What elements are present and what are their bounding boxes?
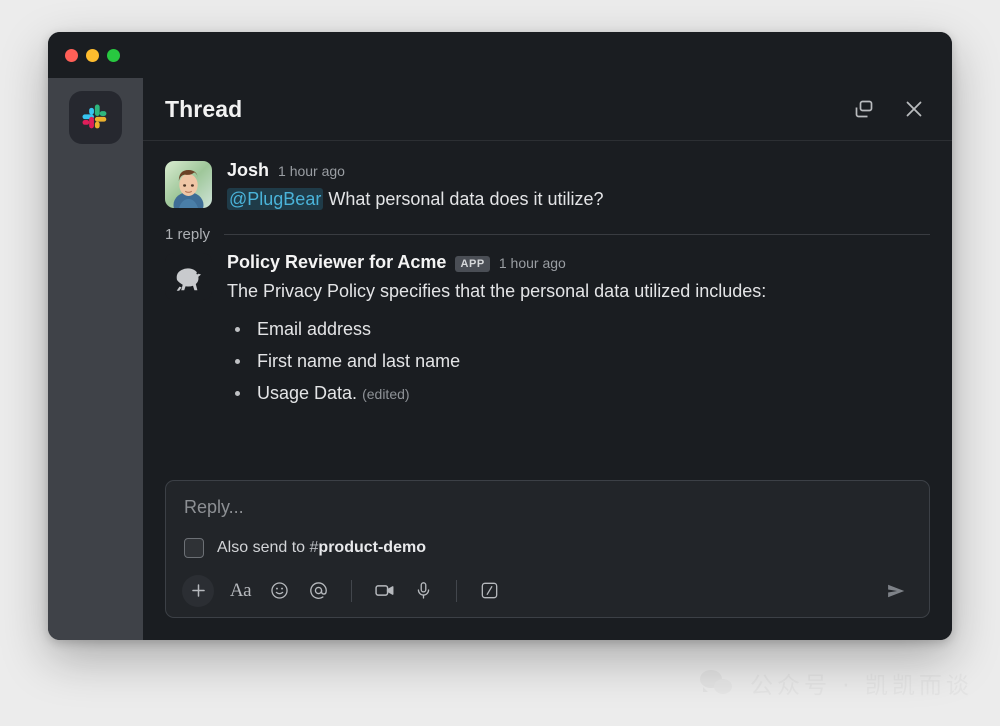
header-actions (852, 97, 926, 121)
mention-plugbear[interactable]: @PlugBear (227, 187, 324, 210)
plus-icon[interactable] (182, 574, 214, 607)
reply-input[interactable]: Reply... (182, 494, 913, 538)
message-text-body: What personal data does it utilize? (328, 188, 604, 209)
workspace-sidebar (48, 78, 143, 640)
text-formatting-icon[interactable]: Aa (223, 573, 258, 608)
toolbar-divider (456, 579, 457, 602)
window-minimize-button[interactable] (86, 48, 99, 62)
user-avatar-josh[interactable] (165, 161, 212, 208)
bullet-text: First name and last name (257, 350, 461, 371)
wechat-watermark: 公众号 · 凯凯而谈 (700, 666, 973, 700)
page-title: Thread (165, 95, 243, 122)
toolbar-divider (351, 579, 352, 602)
also-send-prefix: Also send to (217, 539, 306, 556)
reply-bullet-list: Email address First name and last name U… (227, 313, 930, 409)
message-timestamp[interactable]: 1 hour ago (278, 163, 345, 179)
wechat-icon (700, 668, 736, 698)
reply-author[interactable]: Policy Reviewer for Acme (227, 252, 446, 273)
window-titlebar (48, 32, 952, 78)
reply-timestamp[interactable]: 1 hour ago (499, 255, 566, 271)
plugbear-bear-avatar[interactable] (165, 252, 212, 300)
mention-icon[interactable] (301, 573, 336, 608)
open-in-split-view-icon[interactable] (852, 97, 876, 121)
video-clip-icon[interactable] (367, 573, 402, 608)
reply-text: The Privacy Policy specifies that the pe… (227, 280, 767, 301)
thread-header: Thread (143, 78, 952, 141)
list-item: First name and last name (227, 345, 930, 377)
list-item: Email address (227, 313, 930, 345)
also-send-channel[interactable]: product-demo (318, 539, 426, 556)
reply-divider: 1 reply (165, 226, 930, 243)
slack-logo-icon[interactable] (69, 91, 122, 144)
edited-label: (edited) (362, 385, 410, 402)
app-badge: APP (455, 255, 490, 272)
reply-count-label[interactable]: 1 reply (165, 226, 210, 243)
audio-clip-icon[interactable] (406, 573, 441, 608)
bullet-text: Usage Data. (257, 382, 358, 403)
bullet-text: Email address (257, 318, 372, 339)
thread-messages: Josh 1 hour ago @PlugBear What personal … (143, 141, 952, 474)
window-maximize-button[interactable] (107, 48, 120, 62)
composer-wrapper: Reply... Also send to #product-demo Aa (143, 474, 952, 640)
message-author[interactable]: Josh (227, 160, 269, 181)
slack-app-window: Thread Josh 1 hour ago @PlugBear What pe… (48, 32, 952, 640)
also-send-row[interactable]: Also send to #product-demo (182, 538, 913, 571)
list-item: Usage Data. (edited) (227, 377, 930, 409)
divider-rule (224, 233, 930, 235)
reply-composer[interactable]: Reply... Also send to #product-demo Aa (165, 480, 930, 618)
composer-toolbar: Aa (182, 571, 913, 608)
message-text: @PlugBear What personal data does it uti… (227, 187, 930, 212)
window-body: Thread Josh 1 hour ago @PlugBear What pe… (48, 78, 952, 640)
parent-message: Josh 1 hour ago @PlugBear What personal … (165, 160, 930, 212)
reply-message: Policy Reviewer for Acme APP 1 hour ago … (165, 252, 930, 409)
shortcuts-icon[interactable] (472, 573, 507, 608)
window-close-button[interactable] (65, 48, 78, 62)
emoji-icon[interactable] (262, 573, 297, 608)
thread-panel: Thread Josh 1 hour ago @PlugBear What pe… (143, 78, 952, 640)
send-icon[interactable] (879, 574, 913, 608)
watermark-text: 公众号 · 凯凯而谈 (750, 673, 973, 699)
close-icon[interactable] (902, 97, 926, 121)
also-send-checkbox[interactable] (184, 538, 204, 558)
also-send-label: Also send to #product-demo (217, 539, 426, 557)
